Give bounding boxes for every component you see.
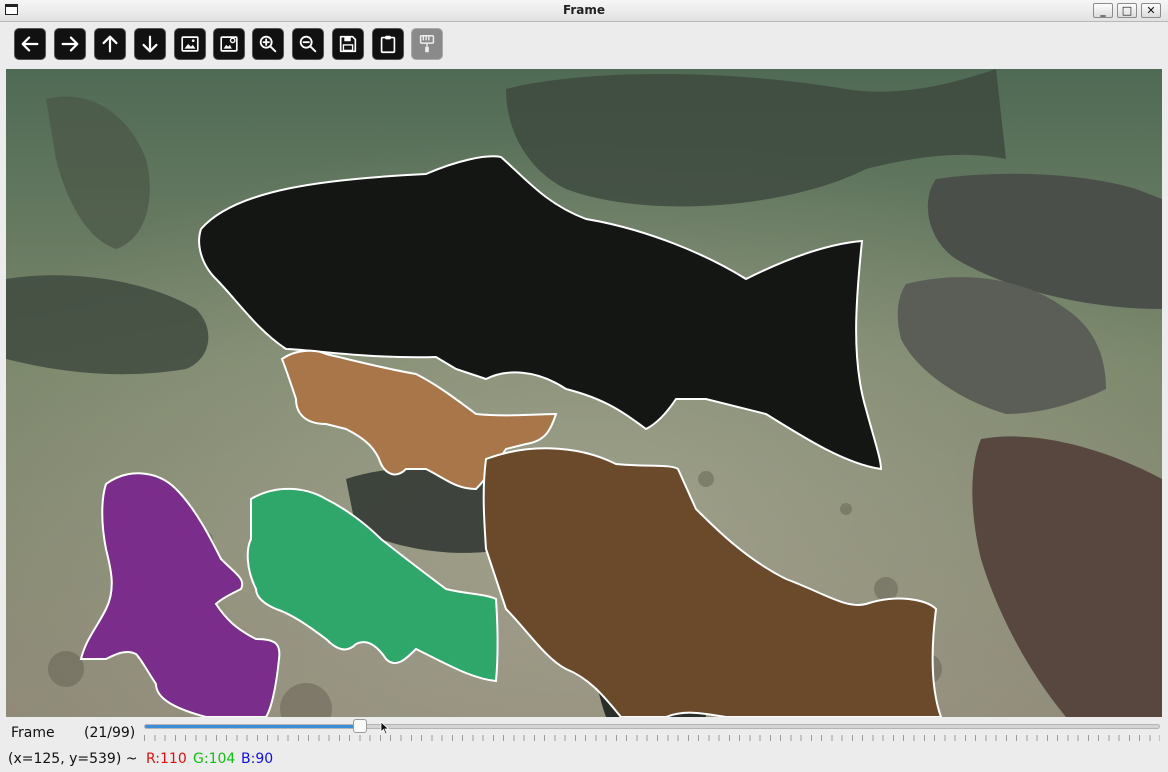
copy-button[interactable] [373,29,403,59]
status-bar: (x=125, y=539) ~ R:110 G:104 B:90 [0,748,1168,772]
mouse-cursor-icon [380,721,390,735]
pan-left-button[interactable] [15,29,45,59]
properties-button[interactable] [412,29,442,59]
save-button[interactable] [333,29,363,59]
zoom-out-button[interactable] [293,29,323,59]
green-value: G:104 [193,751,236,767]
save-icon [339,35,357,53]
image-canvas[interactable] [6,69,1162,717]
zoom-original-button[interactable] [214,29,244,59]
zoom-out-icon [299,35,317,53]
image-icon [181,36,199,52]
slider-fill [145,725,361,728]
paint-brush-icon [419,35,435,53]
pan-down-button[interactable] [135,29,165,59]
pan-up-button[interactable] [95,29,125,59]
frame-image [6,69,1162,717]
slider-handle[interactable] [353,719,368,733]
zoom-in-icon [259,35,277,53]
title-bar: Frame _ □ ✕ [0,0,1168,22]
frame-counter: (21/99) [84,725,136,741]
frame-trackbar: Frame (21/99) [0,718,1168,746]
frame-label: Frame [11,725,55,741]
arrow-right-icon [61,36,79,52]
maximize-button[interactable]: □ [1117,3,1137,18]
red-value: R:110 [146,751,187,767]
blue-value: B:90 [241,751,274,767]
frame-slider[interactable] [144,719,1160,733]
clipboard-icon [380,35,396,54]
close-button[interactable]: ✕ [1141,3,1161,18]
window-title: Frame [562,3,606,17]
arrow-down-icon [142,35,158,53]
arrow-left-icon [21,36,39,52]
toolbar [0,22,1168,68]
slider-ticks [144,735,1160,741]
zoom-in-button[interactable] [253,29,283,59]
minimize-button[interactable]: _ [1093,3,1113,18]
pan-right-button[interactable] [55,29,85,59]
cursor-coordinates: (x=125, y=539) ~ [8,751,138,767]
image-settings-icon [220,36,238,52]
arrow-up-icon [102,35,118,53]
zoom-fit-button[interactable] [175,29,205,59]
